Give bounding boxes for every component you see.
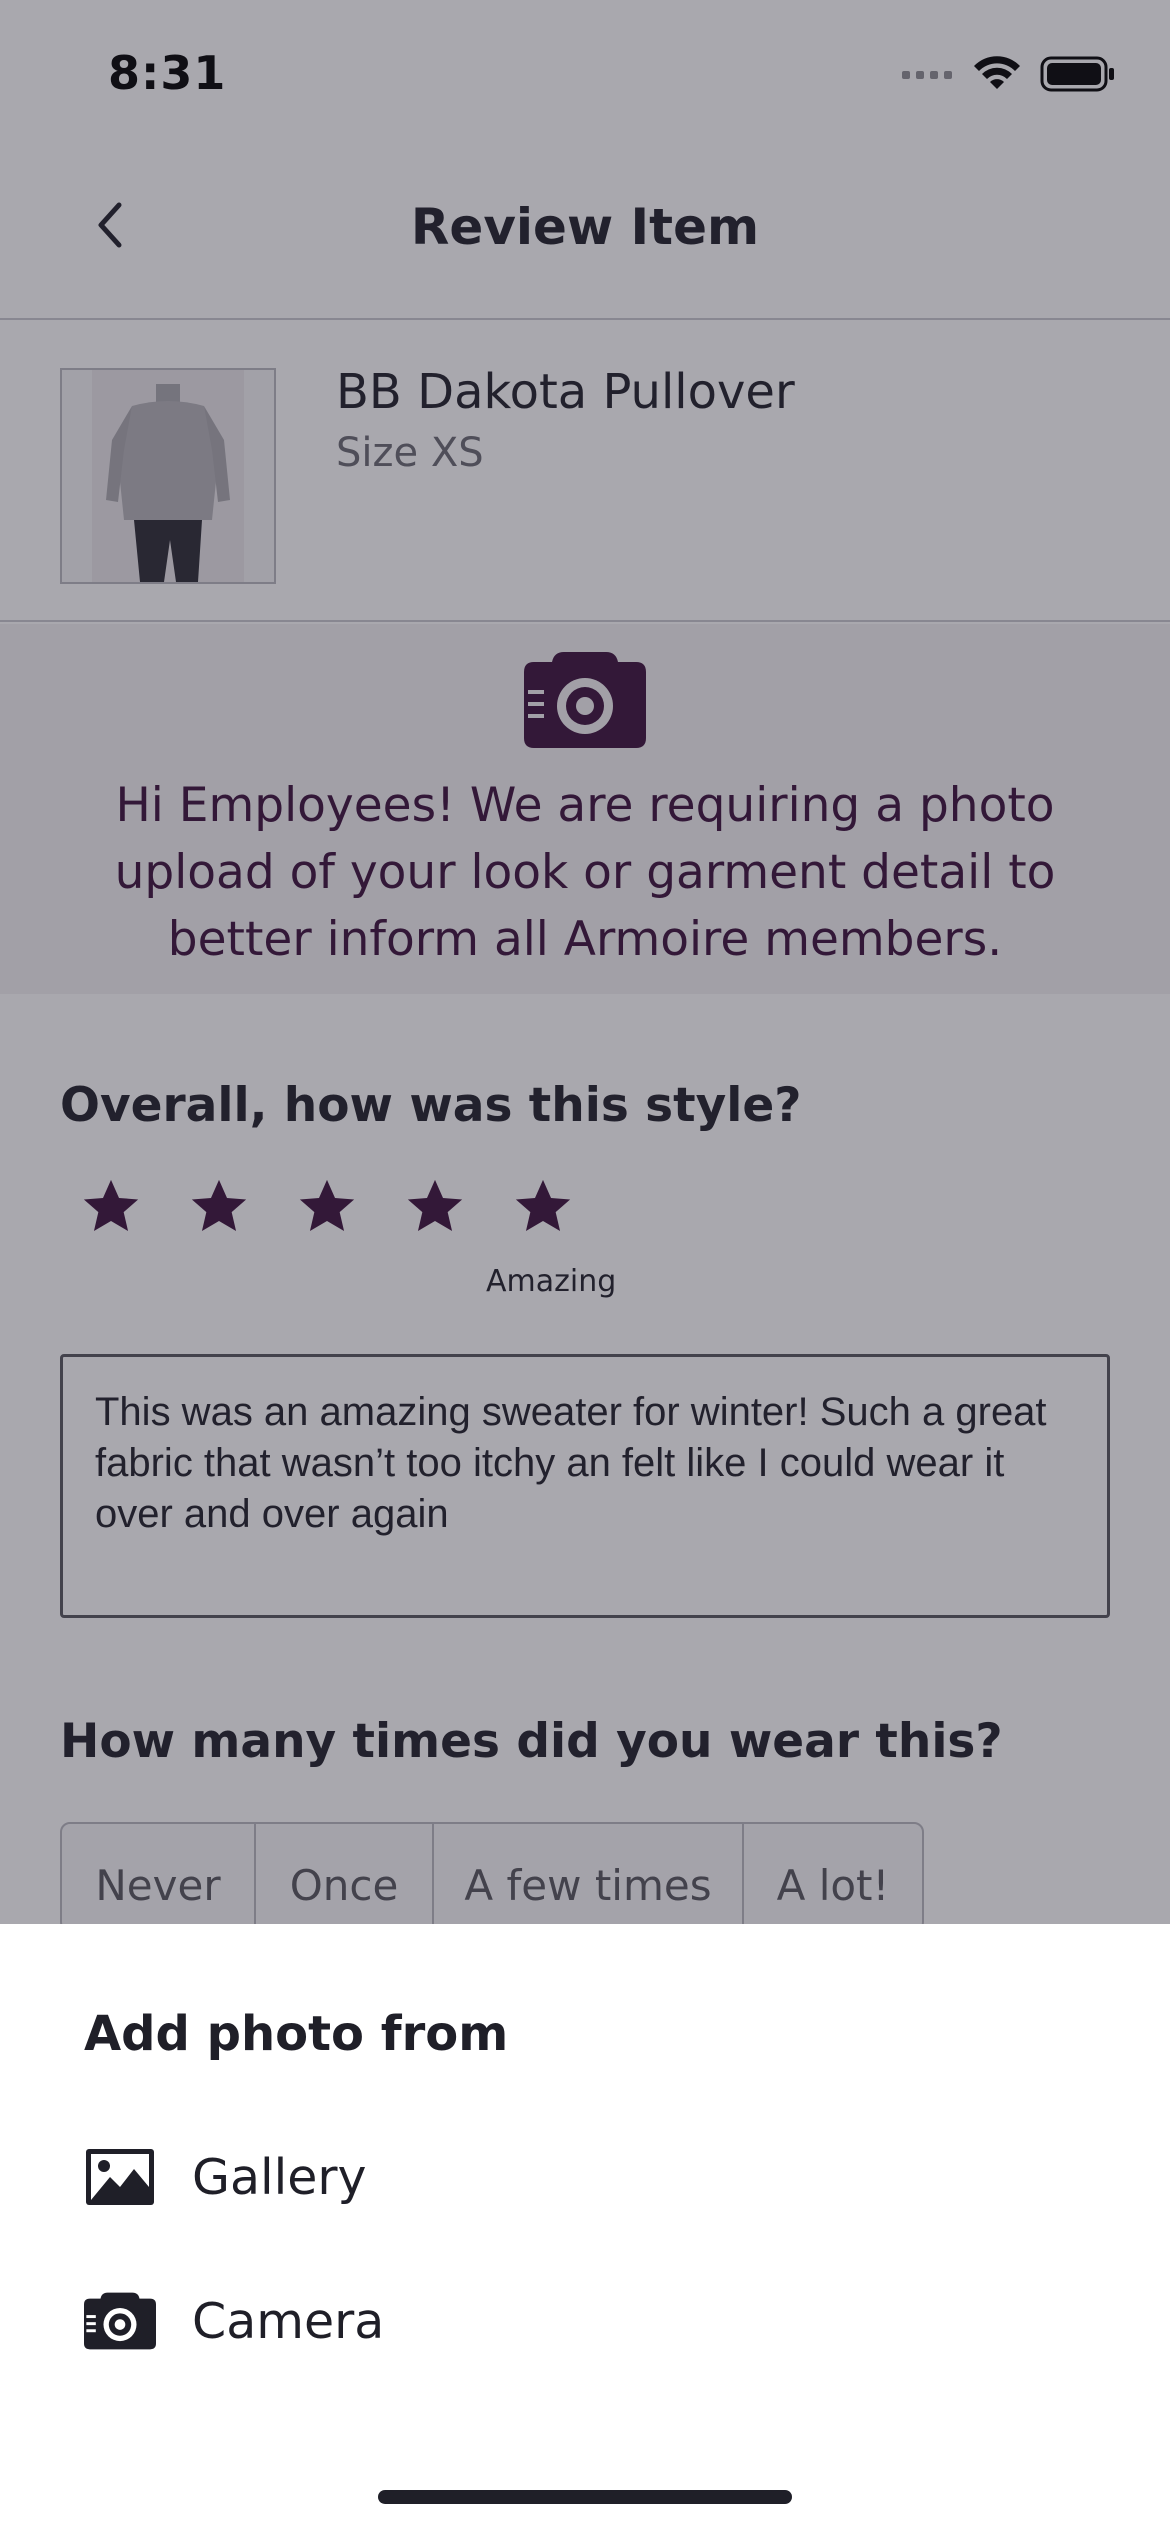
- sheet-title: Add photo from: [84, 2006, 509, 2062]
- camera-icon: [84, 2291, 156, 2351]
- gallery-option-label: Gallery: [192, 2148, 367, 2206]
- camera-option[interactable]: Camera: [84, 2286, 1084, 2356]
- image-icon: [84, 2147, 156, 2207]
- camera-option-label: Camera: [192, 2292, 385, 2350]
- add-photo-sheet: Add photo from Gallery Camera: [0, 1924, 1170, 2532]
- gallery-option[interactable]: Gallery: [84, 2142, 1084, 2212]
- review-item-screen: 8:31 Review Item BB Dakota Pullover Size…: [0, 0, 1170, 2532]
- home-indicator[interactable]: [378, 2490, 792, 2504]
- modal-backdrop[interactable]: [0, 0, 1170, 1924]
